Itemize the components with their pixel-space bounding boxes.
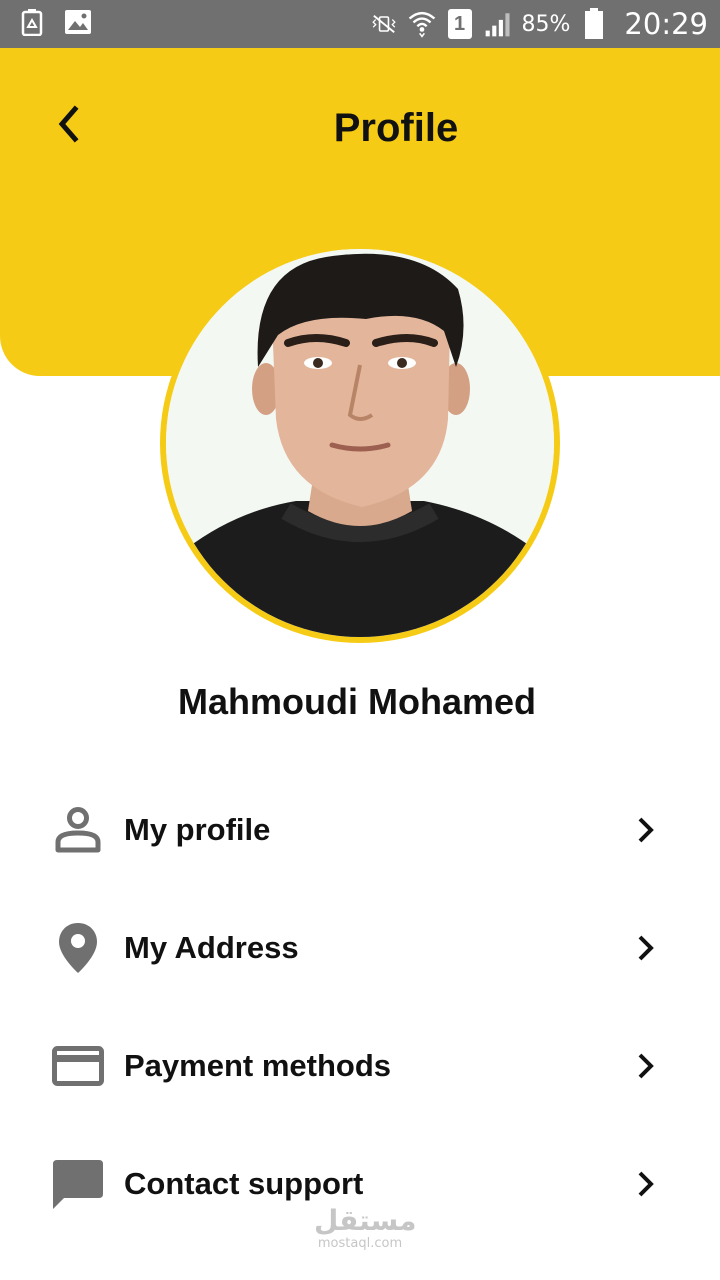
- avatar-ring: [160, 243, 560, 643]
- chevron-right-icon: [626, 1046, 666, 1086]
- battery-percent: 85%: [521, 11, 571, 37]
- battery-icon: [580, 8, 608, 39]
- menu-item-my-address[interactable]: My Address: [40, 908, 680, 988]
- chevron-right-icon: [626, 1164, 666, 1204]
- menu-label-my-profile: My profile: [124, 812, 271, 847]
- watermark-arabic: مستقل: [314, 1204, 417, 1237]
- signal-icon: [484, 10, 512, 38]
- menu-label-payment-methods: Payment methods: [124, 1048, 392, 1083]
- menu-item-my-profile[interactable]: My profile: [40, 790, 680, 870]
- wifi-icon: [408, 10, 436, 38]
- menu-item-payment-methods[interactable]: Payment methods: [40, 1026, 680, 1106]
- chevron-right-icon: [626, 810, 666, 850]
- chevron-right-icon: [626, 928, 666, 968]
- chat-bubble-icon: [40, 1152, 116, 1216]
- watermark-latin: mostaql.com: [317, 1236, 403, 1251]
- profile-screen: 1 85% 20:29 Profile Mahmoudi Mohamed My …: [0, 0, 720, 1280]
- user-name: Mahmoudi Mohamed: [178, 681, 536, 722]
- credit-card-icon: [40, 1034, 116, 1098]
- menu-label-my-address: My Address: [124, 930, 299, 965]
- profile-photo: [166, 249, 554, 637]
- recycle-icon: [18, 8, 46, 36]
- status-bar: 1 85% 20:29: [0, 0, 720, 48]
- person-icon: [40, 798, 116, 862]
- page-title: Profile: [333, 106, 459, 150]
- vibrate-icon: [370, 10, 398, 38]
- watermark: مستقل mostaql.com: [314, 1204, 417, 1252]
- avatar[interactable]: [166, 249, 554, 637]
- menu-label-contact-support: Contact support: [124, 1166, 364, 1201]
- image-icon: [64, 8, 92, 36]
- location-pin-icon: [40, 916, 116, 980]
- sim-icon: 1: [446, 9, 474, 39]
- status-time: 20:29: [624, 7, 708, 41]
